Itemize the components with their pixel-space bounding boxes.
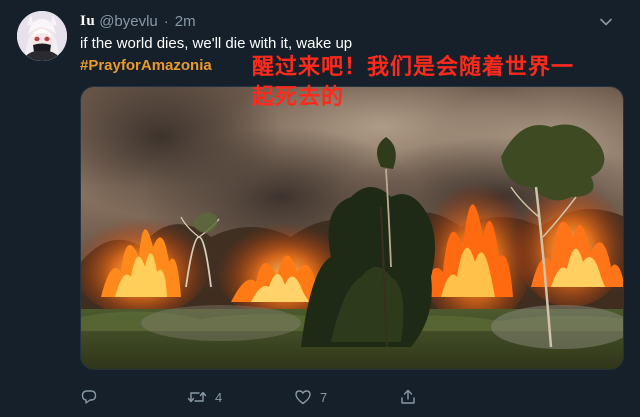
reply-button[interactable] xyxy=(80,385,106,409)
timestamp[interactable]: 2m xyxy=(175,13,196,30)
more-options-button[interactable] xyxy=(594,12,618,32)
forest-fire-photo xyxy=(81,87,623,369)
display-name[interactable]: Iu xyxy=(80,13,95,30)
avatar[interactable] xyxy=(17,11,67,61)
reply-icon xyxy=(81,390,97,404)
tweet-actions: 4 7 xyxy=(80,385,624,409)
overlay-caption: 醒过来吧！我们是会随着世界一起死去的 xyxy=(252,55,575,110)
tweet-text: if the world dies, we'll die with it, wa… xyxy=(80,35,353,52)
retweet-icon xyxy=(187,391,207,403)
separator-dot: · xyxy=(163,12,169,30)
user-handle[interactable]: @byevlu xyxy=(99,13,158,30)
chevron-down-icon xyxy=(600,18,612,26)
tweet-card[interactable]: Iu @byevlu · 2m if the world dies, we'll… xyxy=(0,0,640,417)
share-button[interactable] xyxy=(399,385,425,409)
hashtag-link[interactable]: #PrayforAmazonia xyxy=(80,56,212,76)
like-count: 7 xyxy=(320,389,328,405)
retweet-button[interactable]: 4 xyxy=(187,385,222,409)
share-icon xyxy=(401,389,415,404)
tweet-header: Iu @byevlu · 2m xyxy=(80,11,196,31)
retweet-count: 4 xyxy=(215,389,223,405)
heart-icon xyxy=(295,390,311,405)
tweet-media-image[interactable] xyxy=(80,86,624,370)
like-button[interactable]: 7 xyxy=(294,385,327,409)
